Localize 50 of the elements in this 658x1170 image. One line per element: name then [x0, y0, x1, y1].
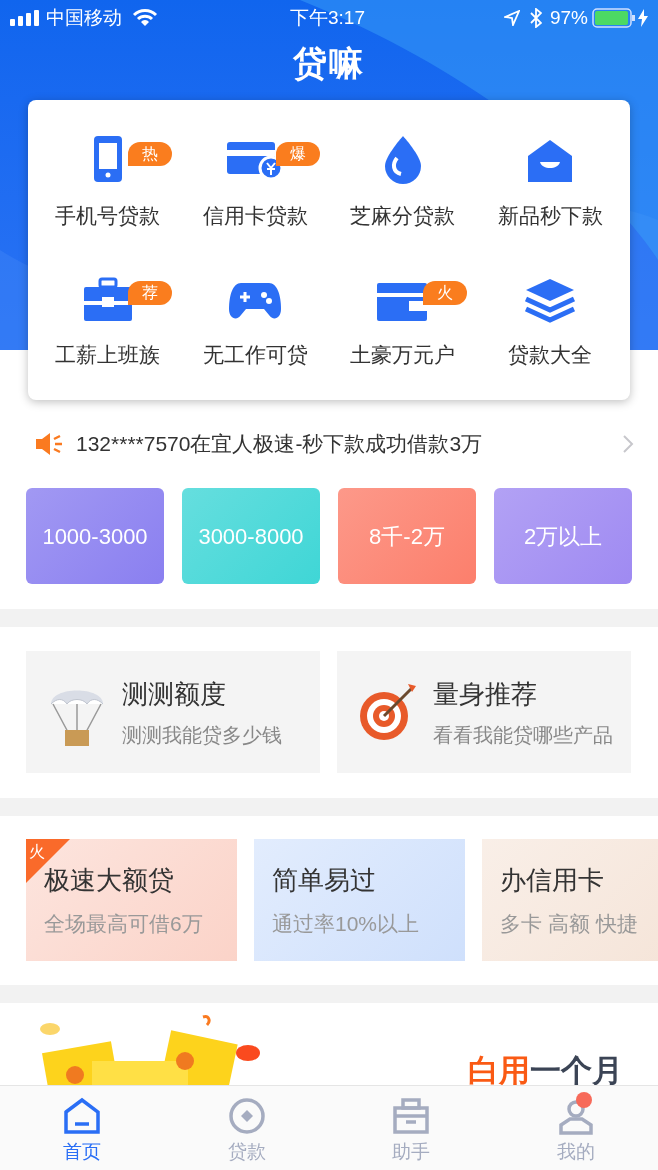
promo-card[interactable]: 火 极速大额贷 全场最高可借6万: [26, 839, 237, 961]
layers-icon: [524, 277, 577, 323]
category-item[interactable]: 无工作可贷: [202, 339, 308, 371]
promo-subtitle: 全场最高可借6万: [44, 910, 204, 937]
promo-title: 简单易过: [272, 863, 377, 897]
tool-card[interactable]: 量身推荐 看看我能贷哪些产品: [337, 651, 631, 773]
tool-subtitle: 测测我能贷多少钱: [122, 722, 282, 748]
speaker-icon: [34, 431, 64, 457]
tag-badge: 荐: [128, 281, 172, 305]
signal-icon: [10, 10, 42, 26]
tag-badge: 火: [423, 281, 467, 305]
promo-subtitle: 通过率10%以上: [272, 910, 421, 937]
tool-title: 量身推荐: [433, 677, 538, 711]
corner-label: 火: [29, 842, 45, 862]
coin-icon: [226, 1096, 267, 1136]
promo-card[interactable]: 办信用卡 多卡 高额 快捷: [482, 839, 658, 961]
tool-subtitle: 看看我能贷哪些产品: [433, 722, 613, 748]
app-title: 贷嘛: [293, 42, 365, 84]
category-item[interactable]: 工薪上班族: [55, 339, 161, 371]
tag-badge: 爆: [275, 142, 320, 166]
banner-headline: 一个月: [530, 1055, 623, 1086]
home-icon: [62, 1096, 103, 1136]
tool-card[interactable]: 测测额度 测测我能贷多少钱: [26, 651, 320, 773]
wifi-icon: [132, 9, 158, 27]
banner-headline-highlight: 白用: [468, 1055, 530, 1086]
chevron-right-icon[interactable]: [622, 434, 634, 454]
status-time: 下午3:17: [290, 5, 365, 30]
battery-percent: 97%: [549, 5, 588, 30]
promo-title: 办信用卡: [500, 863, 605, 897]
tag-badge: 热: [128, 142, 172, 166]
notice-text: 132****7570在宜人极速-秒下款成功借款3万: [76, 431, 484, 458]
category-item[interactable]: 信用卡贷款: [202, 200, 308, 232]
tool-title: 测测额度: [122, 677, 227, 711]
category-item[interactable]: 新品秒下款: [497, 200, 603, 232]
promo-title: 极速大额贷: [44, 863, 175, 897]
toolbox-icon: [391, 1096, 432, 1136]
house-icon: [526, 138, 575, 184]
briefcase-icon: [81, 277, 134, 323]
promo-subtitle: 多卡 高额 快捷: [500, 910, 639, 937]
location-icon: [503, 10, 520, 26]
bluetooth-icon: [529, 8, 542, 28]
category-item[interactable]: 土豪万元户: [350, 339, 456, 371]
charging-icon: [638, 9, 648, 27]
category-item[interactable]: 手机号贷款: [55, 200, 161, 232]
battery-icon: [592, 8, 636, 28]
category-item[interactable]: 芝麻分贷款: [350, 200, 456, 232]
promo-card[interactable]: 简单易过 通过率10%以上: [254, 839, 465, 961]
tab-item[interactable]: 首页: [0, 1086, 165, 1170]
category-item[interactable]: 贷款大全: [508, 339, 593, 371]
carrier-name: 中国移动: [46, 5, 122, 30]
